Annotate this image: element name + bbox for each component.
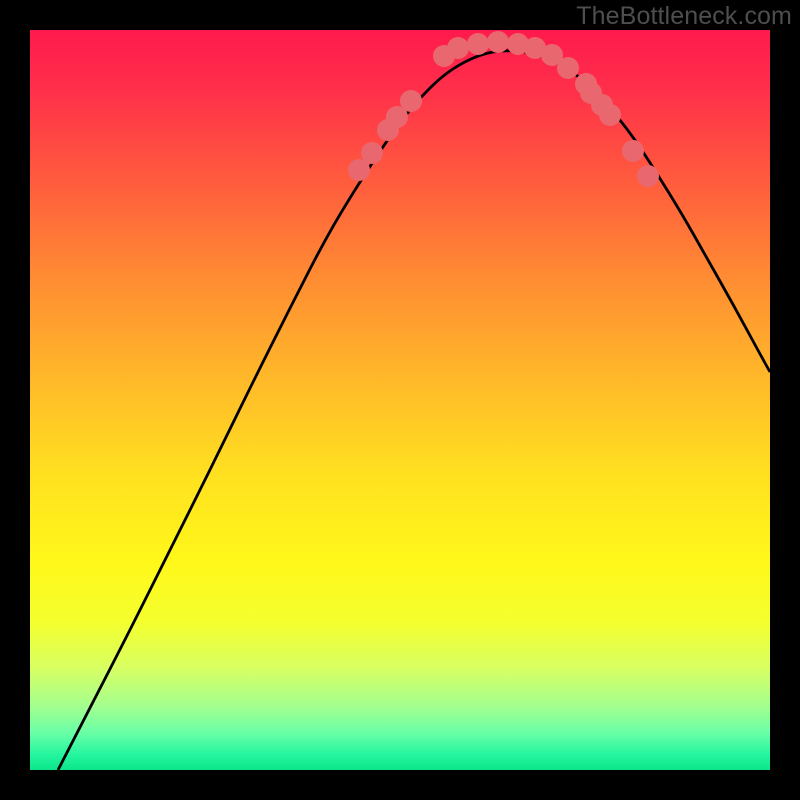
curve-marker [524,37,546,59]
curve-marker [637,165,659,187]
curve-marker [348,159,370,181]
curve-marker [447,37,469,59]
curve-marker [507,33,529,55]
bottleneck-curve [58,51,770,770]
curve-marker [467,33,489,55]
curve-marker [580,82,602,104]
curve-marker [541,44,563,66]
curve-marker [622,140,644,162]
curve-marker [400,90,422,112]
curve-marker [377,119,399,141]
curve-marker [575,73,597,95]
curve-marker [591,94,613,116]
curve-marker [557,57,579,79]
curve-markers [348,31,659,187]
curve-marker [386,106,408,128]
curve-marker [599,104,621,126]
curve-marker [487,31,509,53]
watermark-text: TheBottleneck.com [576,2,792,31]
curve-marker [433,45,455,67]
chart-svg [30,30,770,770]
chart-area [30,30,770,770]
curve-marker [361,142,383,164]
